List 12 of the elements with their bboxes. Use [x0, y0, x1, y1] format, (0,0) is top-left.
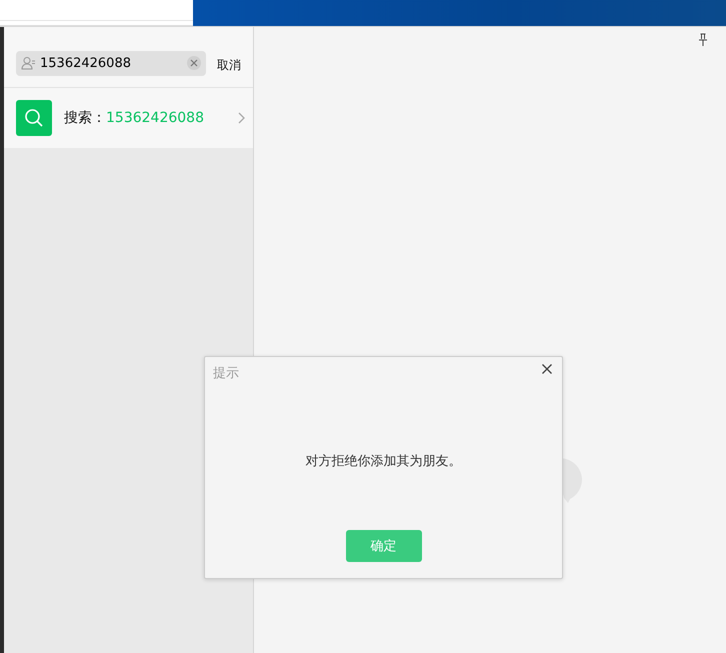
- clear-button[interactable]: [187, 56, 201, 70]
- search-result-text: 搜索：15362426088: [64, 109, 205, 127]
- search-result-item[interactable]: 搜索：15362426088: [4, 88, 253, 148]
- dialog-title: 提示: [213, 365, 239, 382]
- dialog-message: 对方拒绝你添加其为朋友。: [306, 453, 462, 470]
- pin-icon[interactable]: [698, 33, 708, 46]
- contact-icon: [21, 56, 36, 70]
- close-button[interactable]: [541, 363, 553, 375]
- search-field[interactable]: 15362426088: [16, 51, 206, 76]
- cancel-button[interactable]: 取消: [217, 57, 241, 74]
- search-icon: [16, 100, 52, 136]
- chevron-icon: [238, 112, 245, 124]
